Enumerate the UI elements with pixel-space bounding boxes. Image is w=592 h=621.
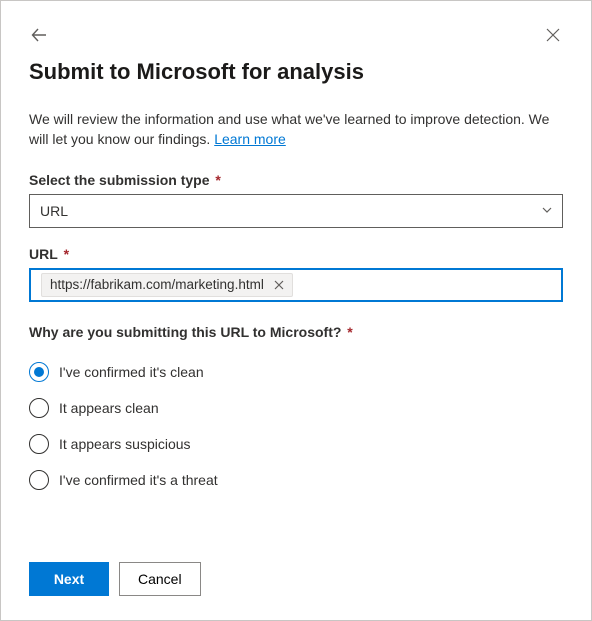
radio-label: I've confirmed it's clean: [59, 364, 204, 380]
reason-radio-group: I've confirmed it's clean It appears cle…: [29, 354, 563, 498]
panel-top-row: [29, 25, 563, 45]
next-button[interactable]: Next: [29, 562, 109, 596]
submission-type-select[interactable]: URL: [29, 194, 563, 228]
reason-label-text: Why are you submitting this URL to Micro…: [29, 324, 341, 340]
submission-type-label: Select the submission type *: [29, 172, 563, 188]
intro-body: We will review the information and use w…: [29, 111, 549, 147]
url-input[interactable]: https://fabrikam.com/marketing.html: [29, 268, 563, 302]
submission-panel: Submit to Microsoft for analysis We will…: [0, 0, 592, 621]
radio-label: It appears suspicious: [59, 436, 191, 452]
learn-more-link[interactable]: Learn more: [214, 131, 286, 147]
reason-option-confirmed-clean[interactable]: I've confirmed it's clean: [29, 354, 563, 390]
url-chip: https://fabrikam.com/marketing.html: [41, 273, 293, 297]
intro-text: We will review the information and use w…: [29, 109, 563, 150]
radio-icon: [29, 434, 49, 454]
required-asterisk: *: [212, 172, 221, 188]
page-title: Submit to Microsoft for analysis: [29, 59, 563, 85]
reason-option-appears-clean[interactable]: It appears clean: [29, 390, 563, 426]
radio-icon: [29, 398, 49, 418]
radio-label: It appears clean: [59, 400, 159, 416]
required-asterisk: *: [343, 324, 352, 340]
url-label-text: URL: [29, 246, 58, 262]
submission-type-label-text: Select the submission type: [29, 172, 210, 188]
reason-label: Why are you submitting this URL to Micro…: [29, 324, 563, 340]
footer-buttons: Next Cancel: [29, 562, 563, 596]
radio-label: I've confirmed it's a threat: [59, 472, 218, 488]
radio-icon: [29, 362, 49, 382]
reason-option-confirmed-threat[interactable]: I've confirmed it's a threat: [29, 462, 563, 498]
url-label: URL *: [29, 246, 563, 262]
required-asterisk: *: [60, 246, 69, 262]
url-chip-text: https://fabrikam.com/marketing.html: [50, 277, 264, 292]
back-arrow-icon[interactable]: [29, 25, 49, 45]
radio-icon: [29, 470, 49, 490]
close-icon[interactable]: [543, 25, 563, 45]
submission-type-value: URL: [40, 203, 68, 219]
reason-option-appears-suspicious[interactable]: It appears suspicious: [29, 426, 563, 462]
remove-chip-icon[interactable]: [272, 278, 286, 292]
cancel-button[interactable]: Cancel: [119, 562, 201, 596]
